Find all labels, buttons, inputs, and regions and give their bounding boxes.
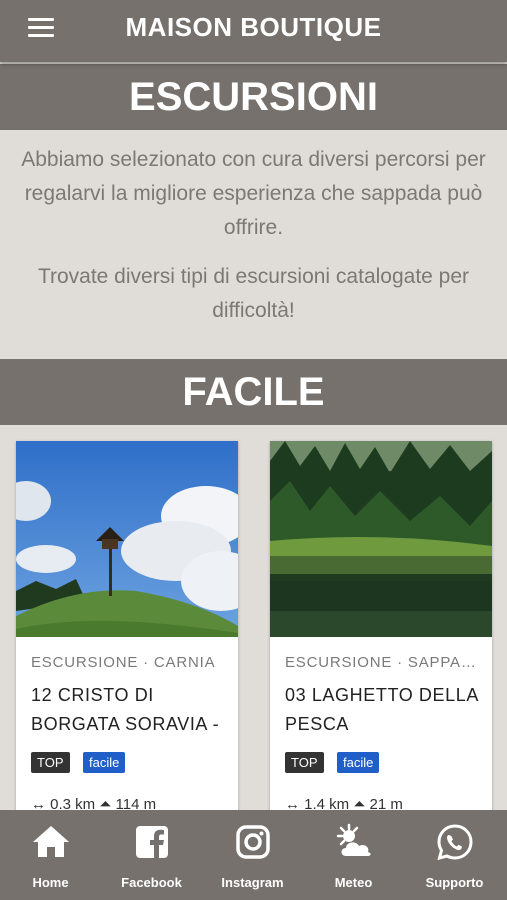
instagram-icon [235,825,270,859]
intro-paragraph-difficulty: Trovate diversi tipi di escursioni catal… [37,265,470,322]
nav-label-facebook: Facebook [121,875,182,890]
nav-label-meteo: Meteo [334,875,373,890]
excursion-photo-cross [16,441,238,637]
difficulty-badge: facile [83,752,126,773]
top-badge: TOP [285,752,324,773]
card-category: ESCURSIONE · SAPPADA [285,654,480,671]
section-title-escursioni: ESCURSIONI [0,64,507,130]
nav-facebook[interactable]: Facebook [101,810,202,900]
excursion-photo-lake [270,441,492,637]
nav-home[interactable]: Home [0,810,101,900]
top-app-bar: MAISON BOUTIQUE [0,0,507,62]
app-title: MAISON BOUTIQUE [125,12,382,42]
nav-label-home: Home [32,875,69,890]
nav-supporto[interactable]: Supporto [404,810,505,900]
nav-instagram[interactable]: Instagram [202,810,303,900]
section-title-facile: FACILE [0,359,507,425]
excursion-card[interactable]: ESCURSIONE · CARNIA 12 CRISTO DI BORGATA… [16,441,238,821]
bottom-navigation: Home Facebook Instagram Meteo Supporto [0,810,507,900]
top-badge: TOP [31,752,70,773]
card-title[interactable]: 12 CRISTO DI BORGATA SORAVIA - [31,681,231,739]
difficulty-badge: facile [337,752,380,773]
excursion-card[interactable]: ESCURSIONE · SAPPADA 03 LAGHETTO DELLA P… [270,441,492,821]
whatsapp-icon [436,824,473,861]
card-category: ESCURSIONE · CARNIA [31,654,216,671]
nav-label-supporto: Supporto [425,875,484,890]
nav-label-instagram: Instagram [221,875,284,890]
home-icon [32,826,69,857]
nav-meteo[interactable]: Meteo [303,810,404,900]
facebook-icon [135,826,168,858]
intro-paragraph: Abbiamo selezionato con cura diversi per… [21,148,486,239]
weather-icon [336,823,371,856]
card-title[interactable]: 03 LAGHETTO DELLA PESCA [285,681,485,739]
